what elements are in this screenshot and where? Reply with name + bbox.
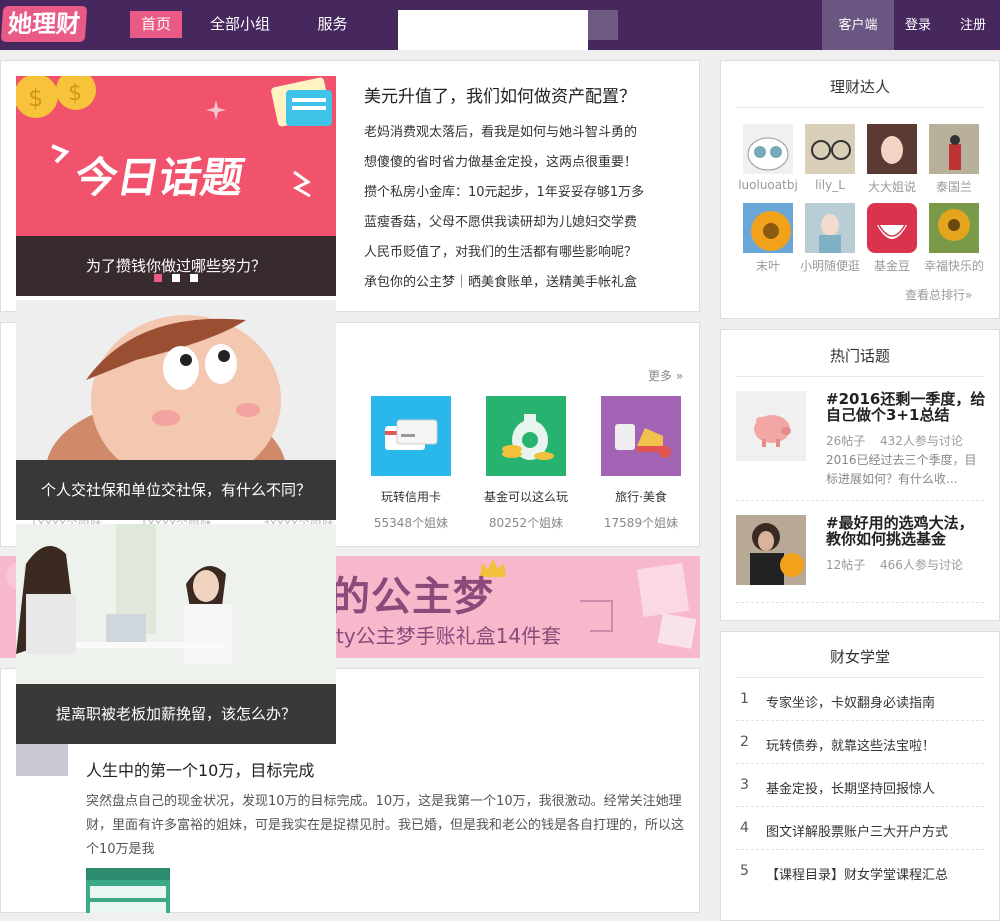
- lesson-link[interactable]: 专家坐诊，卡奴翻身必读指南: [766, 692, 935, 711]
- slide-indicator[interactable]: [172, 274, 180, 282]
- group-count: 80252个姐妹: [488, 516, 564, 530]
- banner-title: 的公主梦: [330, 574, 494, 620]
- today-topic-label: 今日话题: [71, 153, 248, 202]
- lesson-link[interactable]: 【课程目录】财女学堂课程汇总: [766, 864, 948, 883]
- group-count: 55348个姐妹: [373, 516, 449, 530]
- lesson-link[interactable]: 玩转债券，就靠这些法宝啦！: [766, 735, 935, 754]
- client-app-button[interactable]: 客户端: [822, 0, 894, 50]
- search-input[interactable]: [398, 10, 588, 50]
- article-title[interactable]: 人生中的第一个10万，目标完成: [86, 757, 314, 781]
- hot-topic-posts: 26帖子: [826, 434, 866, 448]
- svg-text:$: $: [68, 81, 82, 106]
- nav-home[interactable]: 首页: [130, 11, 182, 38]
- hot-topic-title[interactable]: #2016还剩一季度，给自己做个3+1总结: [826, 391, 986, 423]
- group-name[interactable]: 旅行·美食: [586, 488, 696, 505]
- lesson-number: 5: [740, 863, 749, 879]
- nav-service[interactable]: 服务: [305, 11, 360, 38]
- lesson-number: 2: [740, 734, 749, 750]
- star-name[interactable]: 泰国兰: [914, 178, 994, 195]
- lesson-number: 1: [740, 691, 749, 707]
- banner-subtitle: ty公主梦手账礼盒14件套: [336, 624, 562, 648]
- lesson-number: 4: [740, 820, 749, 836]
- divider: [736, 602, 984, 603]
- credit-card-icon[interactable]: [371, 396, 451, 476]
- topic-link[interactable]: 人民币贬值了，对我们的生活都有哪些影响呢？: [364, 241, 637, 260]
- divider: [736, 376, 984, 377]
- lesson-number: 3: [740, 777, 749, 793]
- nav-all-groups[interactable]: 全部小组: [200, 11, 280, 38]
- topic-link[interactable]: 想傻傻的省时省力做基金定投，这两点很重要！: [364, 151, 637, 170]
- hot-topic-title[interactable]: #最好用的选鸡大法，教你如何挑选基金: [826, 515, 986, 547]
- star-avatar[interactable]: [929, 203, 979, 253]
- hot-topic-image[interactable]: [736, 391, 806, 461]
- article-excerpt: 突然盘点自己的现金状况，发现10万的目标完成。10万，这是我第一个10万，我很激…: [86, 794, 685, 857]
- topic-slide[interactable]: 个人交社保和单位交社保，有什么不同？: [16, 300, 336, 520]
- hot-topic-participants: 432人参与讨论: [880, 434, 963, 448]
- search-button[interactable]: [588, 10, 618, 40]
- star-avatar[interactable]: [743, 203, 793, 253]
- article-thumbnail[interactable]: [86, 868, 170, 913]
- lesson-link[interactable]: 基金定投，长期坚持回报惊人: [766, 778, 935, 797]
- divider: [736, 849, 984, 850]
- finance-school-title: 财女学堂: [829, 648, 890, 666]
- hot-topic-participants: 466人参与讨论: [880, 558, 963, 572]
- groups-more-link[interactable]: 更多 »: [648, 367, 683, 384]
- topic-link[interactable]: 攒个私房小金库：10元起步，1年妥妥存够1万多: [364, 181, 644, 200]
- author-avatar[interactable]: [16, 744, 68, 776]
- divider: [736, 107, 984, 108]
- topic-link[interactable]: 老妈消费观太落后，看我是如何与她斗智斗勇的: [364, 121, 637, 140]
- login-link[interactable]: 登录: [905, 0, 941, 50]
- topic-slide[interactable]: $ $ 今日话题 为了攒钱你做过哪些努力？: [16, 76, 336, 296]
- register-link[interactable]: 注册: [960, 0, 996, 50]
- slide-caption[interactable]: 提离职被老板加薪挽留，该怎么办？: [16, 684, 336, 744]
- slide-indicator[interactable]: [190, 274, 198, 282]
- money-bag-icon[interactable]: [486, 396, 566, 476]
- star-avatar[interactable]: [929, 124, 979, 174]
- topic-link[interactable]: 蓝瘦香菇，父母不愿供我读研却为儿媳妇交学费: [364, 211, 637, 230]
- star-avatar[interactable]: [867, 124, 917, 174]
- site-logo[interactable]: 她理财: [0, 6, 88, 42]
- topic-link[interactable]: 承包你的公主梦｜晒美食账单，送精美手帐礼盒: [364, 271, 637, 290]
- hot-topics-title: 热门话题: [829, 347, 890, 365]
- finance-stars-title: 理财达人: [829, 78, 890, 96]
- group-name[interactable]: 玩转信用卡: [356, 488, 466, 505]
- hot-topic-posts: 12帖子: [826, 558, 866, 572]
- star-name[interactable]: 幸福快乐的: [914, 257, 994, 274]
- lesson-link[interactable]: 图文详解股票账户三大开户方式: [766, 821, 948, 840]
- group-count: 17589个姐妹: [603, 516, 679, 530]
- divider: [736, 500, 984, 501]
- divider: [736, 763, 984, 764]
- hot-topic-image[interactable]: [736, 515, 806, 585]
- food-travel-icon[interactable]: [601, 396, 681, 476]
- view-ranking-link[interactable]: 查看总排行»: [905, 286, 972, 303]
- star-avatar[interactable]: [805, 203, 855, 253]
- group-name[interactable]: 基金可以这么玩: [471, 488, 581, 505]
- topic-slide[interactable]: 提离职被老板加薪挽留，该怎么办？: [16, 524, 336, 744]
- svg-text:$: $: [28, 84, 43, 112]
- star-avatar[interactable]: [867, 203, 917, 253]
- slide-indicator[interactable]: [154, 274, 162, 282]
- star-avatar[interactable]: [743, 124, 793, 174]
- divider: [736, 677, 984, 678]
- divider: [736, 806, 984, 807]
- topic-title[interactable]: 美元升值了，我们如何做资产配置？: [364, 82, 636, 107]
- slide-caption[interactable]: 为了攒钱你做过哪些努力？: [16, 236, 336, 296]
- hot-topic-desc: 2016已经过去三个季度，目标进展如何？有什么收...: [826, 453, 977, 486]
- slide-caption[interactable]: 个人交社保和单位交社保，有什么不同？: [16, 460, 336, 520]
- star-avatar[interactable]: [805, 124, 855, 174]
- divider: [736, 720, 984, 721]
